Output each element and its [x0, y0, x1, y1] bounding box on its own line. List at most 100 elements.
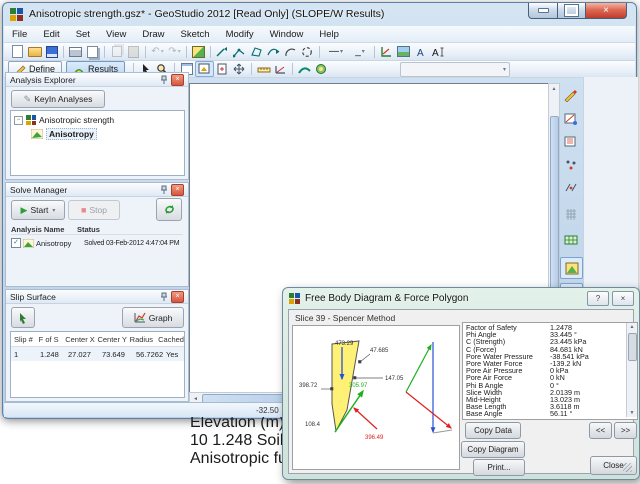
protractor-button[interactable] [272, 62, 289, 76]
draw-circle-button[interactable] [299, 45, 316, 59]
properties-scrollbar[interactable]: ▲ ▼ [626, 323, 637, 417]
close-button[interactable]: × [586, 3, 627, 19]
scroll-left-icon[interactable]: ◄ [193, 396, 198, 402]
next-slice-button[interactable]: >> [614, 422, 637, 439]
sketch-picture-button[interactable] [395, 45, 412, 59]
resize-grip[interactable] [623, 463, 632, 472]
menu-sketch[interactable]: Sketch [173, 28, 218, 41]
menu-set[interactable]: Set [68, 28, 98, 41]
pan-button[interactable] [231, 62, 248, 76]
draw-lines-button[interactable] [231, 45, 248, 59]
view-preferences-button[interactable] [190, 45, 207, 59]
draw-regions-button[interactable] [248, 45, 265, 59]
dialog-close-button[interactable]: × [612, 291, 634, 306]
tree-collapse-box[interactable]: − [14, 116, 23, 125]
sketch-text-button[interactable]: A [412, 45, 429, 59]
paste-button[interactable] [125, 45, 142, 59]
copy-diagram-button[interactable]: Copy Diagram [461, 441, 525, 458]
panel-close-icon: × [175, 186, 179, 193]
draw-mesh-button[interactable] [560, 229, 581, 249]
graph-button[interactable]: Graph [122, 307, 184, 328]
copy-data-button[interactable]: Copy Data [465, 422, 521, 439]
properties-scroll-thumb[interactable] [628, 333, 637, 361]
next-slice-label: >> [621, 426, 630, 435]
interpret-results-button[interactable] [296, 62, 313, 76]
slip-table-row[interactable]: 1 1.248 27.027 73.649 56.7262 Yes [11, 347, 184, 361]
analysis-explorer-panel: Analysis Explorer × ✎ KeyIn Analyses − A… [5, 72, 189, 180]
keyin-analyses-button[interactable]: ✎ KeyIn Analyses [11, 90, 105, 108]
free-body-dialog: Free Body Diagram & Force Polygon ? × Sl… [282, 287, 640, 480]
col-cached: Cached [158, 335, 184, 344]
zoom-objects-button[interactable] [195, 61, 214, 77]
stop-label: Stop [89, 205, 107, 215]
panel-close-button[interactable]: × [171, 184, 184, 196]
save-button[interactable] [43, 45, 60, 59]
print-button[interactable] [67, 45, 84, 59]
ruler-button[interactable] [255, 62, 272, 76]
print-button[interactable]: Print... [473, 459, 525, 476]
svg-text:A: A [432, 48, 439, 58]
open-file-button[interactable] [26, 45, 43, 59]
slice-properties-list[interactable]: Factor of Safety1.2478 Phi Angle33.445 °… [462, 322, 638, 420]
contour-settings-button[interactable] [313, 62, 330, 76]
pin-icon[interactable] [160, 75, 168, 85]
menu-window[interactable]: Window [262, 28, 312, 41]
col-analysis-name: Analysis Name [11, 225, 77, 234]
select-slip-button[interactable] [11, 307, 35, 328]
title-bar[interactable]: Anisotropic strength.gsz* - GeoStudio 20… [3, 3, 636, 25]
draw-slip-surfaces-button[interactable] [560, 85, 581, 105]
line-style-button[interactable]: —▾ [323, 45, 349, 59]
stop-solve-button[interactable]: ■ Stop [68, 200, 120, 220]
help-icon: ? [596, 294, 600, 303]
new-file-button[interactable] [9, 45, 26, 59]
slip-surface-header[interactable]: Slip Surface × [6, 290, 188, 304]
scroll-up-icon[interactable]: ▲ [549, 86, 559, 92]
panel-close-button[interactable]: × [171, 74, 184, 86]
menu-draw[interactable]: Draw [134, 28, 172, 41]
menu-help[interactable]: Help [311, 28, 347, 41]
sketch-axes-button[interactable] [378, 45, 395, 59]
start-solve-button[interactable]: ▶ Start ▾ [11, 200, 65, 220]
draw-polyline-button[interactable] [265, 45, 282, 59]
draw-arc-button[interactable] [282, 45, 299, 59]
draw-points-button[interactable] [214, 45, 231, 59]
menu-file[interactable]: File [4, 28, 35, 41]
solve-manager-header[interactable]: Solve Manager × [6, 183, 188, 197]
fill-style-button[interactable]: _▾ [349, 45, 371, 59]
tree-child-item[interactable]: Anisotropy [31, 128, 184, 140]
zoom-combobox[interactable]: ▾ [400, 62, 510, 77]
print-preview-button[interactable] [84, 45, 101, 59]
minimize-button[interactable] [528, 3, 558, 19]
panel-close-button[interactable]: × [171, 291, 184, 303]
keyin-tension-crack-button[interactable] [560, 177, 581, 197]
scroll-up-icon[interactable]: ▲ [627, 324, 637, 330]
draw-slip-radius-button[interactable] [560, 108, 581, 128]
zoom-page-button[interactable] [214, 62, 231, 76]
view-preferences-results-button[interactable] [560, 257, 583, 279]
dialog-title-bar[interactable]: Free Body Diagram & Force Polygon ? × [283, 288, 639, 309]
base-shear-vector [354, 408, 377, 429]
picture-icon [565, 262, 579, 275]
solve-table-row[interactable]: ✓ Anisotropy Solved 03-Feb-2012 4:47:04 … [11, 238, 183, 248]
menu-view[interactable]: View [98, 28, 134, 41]
maximize-button[interactable] [558, 3, 586, 19]
analysis-checkbox[interactable]: ✓ [11, 238, 21, 248]
menu-edit[interactable]: Edit [35, 28, 67, 41]
scroll-down-icon[interactable]: ▼ [630, 410, 635, 416]
pin-icon[interactable] [160, 292, 168, 302]
analysis-explorer-header[interactable]: Analysis Explorer × [6, 73, 188, 87]
draw-grid-button[interactable] [560, 204, 581, 224]
previous-slice-button[interactable]: << [589, 422, 612, 439]
label-text-button[interactable]: A [429, 45, 446, 59]
undo-button[interactable]: ↶▾ [149, 45, 166, 59]
pin-icon[interactable] [160, 185, 168, 195]
menu-modify[interactable]: Modify [218, 28, 262, 41]
dialog-help-button[interactable]: ? [587, 291, 609, 306]
tree-root-item[interactable]: − Anisotropic strength [14, 115, 184, 125]
keyin-slip-axis-button[interactable] [560, 154, 581, 174]
draw-arc-icon [284, 46, 297, 58]
refresh-analyses-button[interactable] [156, 198, 182, 221]
redo-button[interactable]: ↷▾ [166, 45, 183, 59]
copy-button[interactable] [108, 45, 125, 59]
draw-slip-grid-button[interactable] [560, 131, 581, 151]
